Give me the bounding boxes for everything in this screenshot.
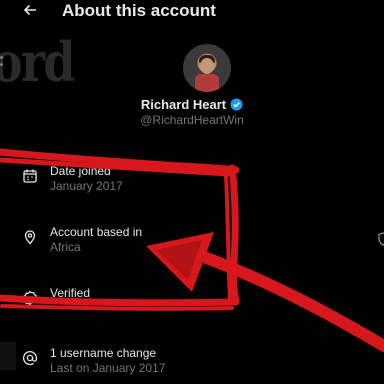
profile-name-row: Richard Heart — [0, 96, 384, 114]
location-pin-icon — [24, 230, 36, 245]
arrow-left-icon — [23, 4, 36, 16]
detail-row-date-joined: Date joined January 2017 — [18, 164, 358, 198]
verified-badge-icon — [230, 98, 243, 111]
detail-label: 1 username change — [50, 346, 157, 360]
detail-value: Africa — [50, 240, 81, 254]
detail-label: Verified — [50, 286, 91, 300]
detail-value: Last on January 2017 — [50, 361, 166, 375]
detail-label: Account based in — [50, 225, 143, 239]
watermark-text: ord — [0, 30, 76, 94]
shield-icon — [378, 232, 384, 246]
watermark-dots — [0, 56, 6, 70]
profile-name: Richard Heart — [140, 97, 227, 112]
detail-row-username-change: 1 username change Last on January 2017 — [18, 346, 358, 380]
back-button[interactable] — [18, 0, 42, 22]
detail-value: January 2017 — [50, 179, 123, 193]
avatar[interactable] — [183, 44, 231, 92]
left-edge-block — [0, 342, 16, 370]
detail-label: Date joined — [50, 164, 111, 178]
detail-row-verified: Verified — [18, 286, 358, 320]
profile-name-wrap: Richard Heart — [141, 97, 243, 112]
profile-handle: @RichardHeartWin — [140, 113, 244, 127]
calendar-icon — [23, 169, 37, 183]
at-sign-icon — [22, 350, 38, 366]
top-bar: About this account — [0, 0, 384, 24]
detail-row-account-location: Account based in Africa — [18, 225, 358, 259]
verified-check-icon — [23, 290, 37, 306]
page-title: About this account — [62, 1, 216, 20]
